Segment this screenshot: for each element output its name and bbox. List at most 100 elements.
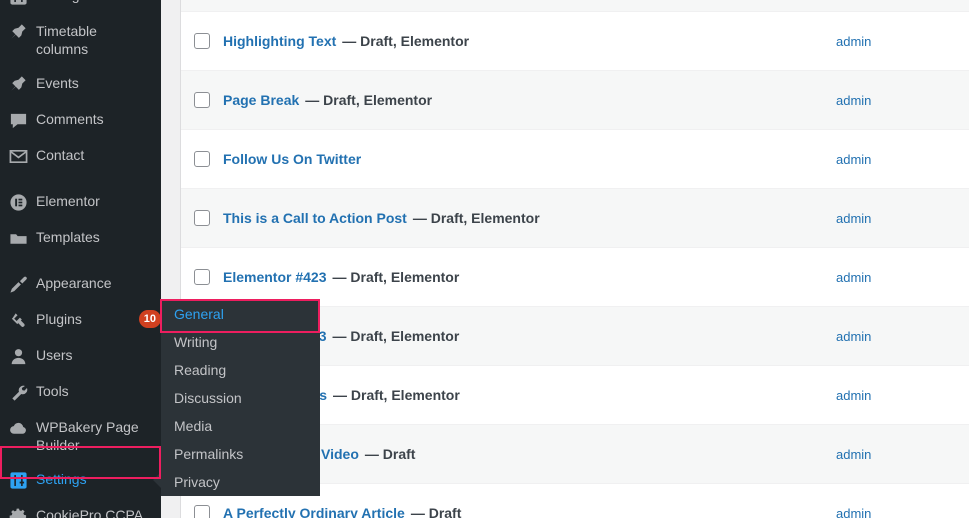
sidebar-item-label: WPBakery Page Builder <box>36 419 139 453</box>
gear-icon-wrap <box>0 506 36 518</box>
sidebar-item-label: Timetable columns <box>36 23 97 57</box>
sidebar-item-label: Tools <box>36 383 69 399</box>
post-author-link[interactable]: admin <box>836 211 871 226</box>
post-author-link[interactable]: admin <box>836 388 871 403</box>
post-title-link[interactable]: Page Break <box>223 92 299 108</box>
sidebar-item-appearance[interactable]: Appearance <box>0 266 161 302</box>
post-status-text: — Draft, Elementor <box>342 33 470 49</box>
submenu-arrow-icon <box>153 472 161 488</box>
post-author-link[interactable]: admin <box>836 93 871 108</box>
user-icon <box>11 349 25 365</box>
folder-icon-wrap <box>0 228 36 248</box>
settings-submenu-flyout: General Writing Reading Discussion Media Perm… <box>161 300 320 496</box>
sidebar-item-tools[interactable]: Tools <box>0 374 161 410</box>
sidebar-item-label: Plugins <box>36 311 82 327</box>
sidebar-item-label: Events <box>36 75 79 91</box>
pin-icon <box>10 24 26 39</box>
sidebar-item-templates[interactable]: Templates <box>0 220 161 256</box>
gear-icon <box>9 508 26 518</box>
sidebar-item-label: Contact <box>36 147 85 163</box>
table-row[interactable]: Page Break — Draft, Elementor admin <box>181 71 969 130</box>
sliders-icon-wrap <box>0 470 36 490</box>
post-author-link[interactable]: admin <box>836 447 871 462</box>
comment-icon-wrap <box>0 110 36 130</box>
plug-icon <box>11 313 25 327</box>
wrench-icon <box>11 385 27 401</box>
sidebar-item-label: Users <box>36 347 73 363</box>
row-select-checkbox[interactable] <box>194 33 210 49</box>
submenu-item-media[interactable]: Media <box>161 412 320 440</box>
elementor-icon-wrap <box>0 192 36 212</box>
table-row[interactable]: This is a Call to Action Post — Draft, El… <box>181 189 969 248</box>
submenu-item-reading[interactable]: Reading <box>161 356 320 384</box>
admin-sidebar-menu: Settings Timetable columns Events Comments C… <box>0 0 161 518</box>
post-title-link[interactable]: Follow Us On Twitter <box>223 151 361 167</box>
plug-icon-wrap <box>0 310 36 330</box>
submenu-item-general[interactable]: General <box>161 300 320 328</box>
post-status-text: — Draft, Elementor <box>305 92 433 108</box>
row-select-checkbox[interactable] <box>194 505 210 518</box>
paintbrush-icon-wrap <box>0 274 36 294</box>
envelope-icon <box>9 149 27 164</box>
post-status-text: — Draft <box>364 446 416 462</box>
sidebar-item-label: Settings <box>36 471 87 487</box>
row-select-checkbox[interactable] <box>194 210 210 226</box>
submenu-item-discussion[interactable]: Discussion <box>161 384 320 412</box>
post-status-text: — Draft, Elementor <box>332 328 460 344</box>
post-title-link[interactable]: Highlighting Text <box>223 33 336 49</box>
sidebar-item-badge: 10 <box>138 310 161 328</box>
post-author-link[interactable]: admin <box>836 506 871 518</box>
table-row[interactable]: Follow Us On Twitter admin <box>181 130 969 189</box>
sidebar-item-users[interactable]: Users <box>0 338 161 374</box>
sidebar-item-comments[interactable]: Comments <box>0 102 161 138</box>
sidebar-item-label: Comments <box>36 111 104 127</box>
folder-icon <box>9 234 27 244</box>
sidebar-item-label: Settings <box>36 0 161 4</box>
pin-icon-wrap <box>0 22 36 42</box>
post-title-link[interactable]: A Perfectly Ordinary Article <box>223 505 405 518</box>
table-row[interactable]: Highlighting Text — Draft, Elementor admin <box>181 12 969 71</box>
screen-root: Settings Timetable columns Events Comments C… <box>0 0 969 518</box>
paintbrush-icon <box>9 276 27 293</box>
post-author-link[interactable]: admin <box>836 270 871 285</box>
row-select-checkbox[interactable] <box>194 151 210 167</box>
post-author-link[interactable]: admin <box>836 152 871 167</box>
sliders-icon <box>9 0 27 5</box>
sidebar-item-settings[interactable]: Settings <box>0 462 161 498</box>
user-icon-wrap <box>0 346 36 366</box>
sliders-icon-wrap <box>0 0 36 6</box>
sidebar-item-label: Elementor <box>36 193 100 209</box>
cloud-icon-wrap <box>0 418 36 438</box>
sidebar-item-label: CookiePro CCPA <box>36 507 144 518</box>
sidebar-item-events[interactable]: Events <box>0 66 161 102</box>
post-status-text: — Draft, Elementor <box>333 387 460 403</box>
sidebar-item-settings[interactable]: Settings <box>0 0 161 14</box>
comment-icon <box>10 113 26 129</box>
row-select-checkbox[interactable] <box>194 269 210 285</box>
sidebar-item-cookiepro-ccpa[interactable]: CookiePro CCPA <box>0 498 161 518</box>
post-author-link[interactable]: admin <box>836 34 871 49</box>
submenu-item-privacy[interactable]: Privacy <box>161 468 320 496</box>
post-title-link[interactable]: This is a Call to Action Post <box>223 210 407 226</box>
post-status-text: — Draft, Elementor <box>412 210 540 226</box>
submenu-item-permalinks[interactable]: Permalinks <box>161 440 320 468</box>
table-row[interactable]: Elementor #423 — Draft, Elementor admin <box>181 248 969 307</box>
elementor-icon <box>9 194 27 211</box>
cloud-icon <box>9 422 26 434</box>
sidebar-item-plugins[interactable]: Plugins 10 <box>0 302 161 338</box>
row-select-checkbox[interactable] <box>194 92 210 108</box>
sidebar-item-label: Templates <box>36 229 100 245</box>
sidebar-item-elementor[interactable]: Elementor <box>0 184 161 220</box>
post-status-text: — Draft, Elementor <box>332 269 460 285</box>
submenu-item-writing[interactable]: Writing <box>161 328 320 356</box>
pin-icon-wrap <box>0 74 36 94</box>
sidebar-item-contact[interactable]: Contact <box>0 138 161 174</box>
wrench-icon-wrap <box>0 382 36 402</box>
sidebar-item-timetable-columns[interactable]: Timetable columns <box>0 14 161 66</box>
pin-icon <box>10 76 26 91</box>
sliders-icon <box>9 472 27 489</box>
post-author-link[interactable]: admin <box>836 329 871 344</box>
table-row-clipped <box>181 0 969 12</box>
sidebar-item-wpbakery-page-builder[interactable]: WPBakery Page Builder <box>0 410 161 462</box>
post-title-link[interactable]: Elementor #423 <box>223 269 327 285</box>
